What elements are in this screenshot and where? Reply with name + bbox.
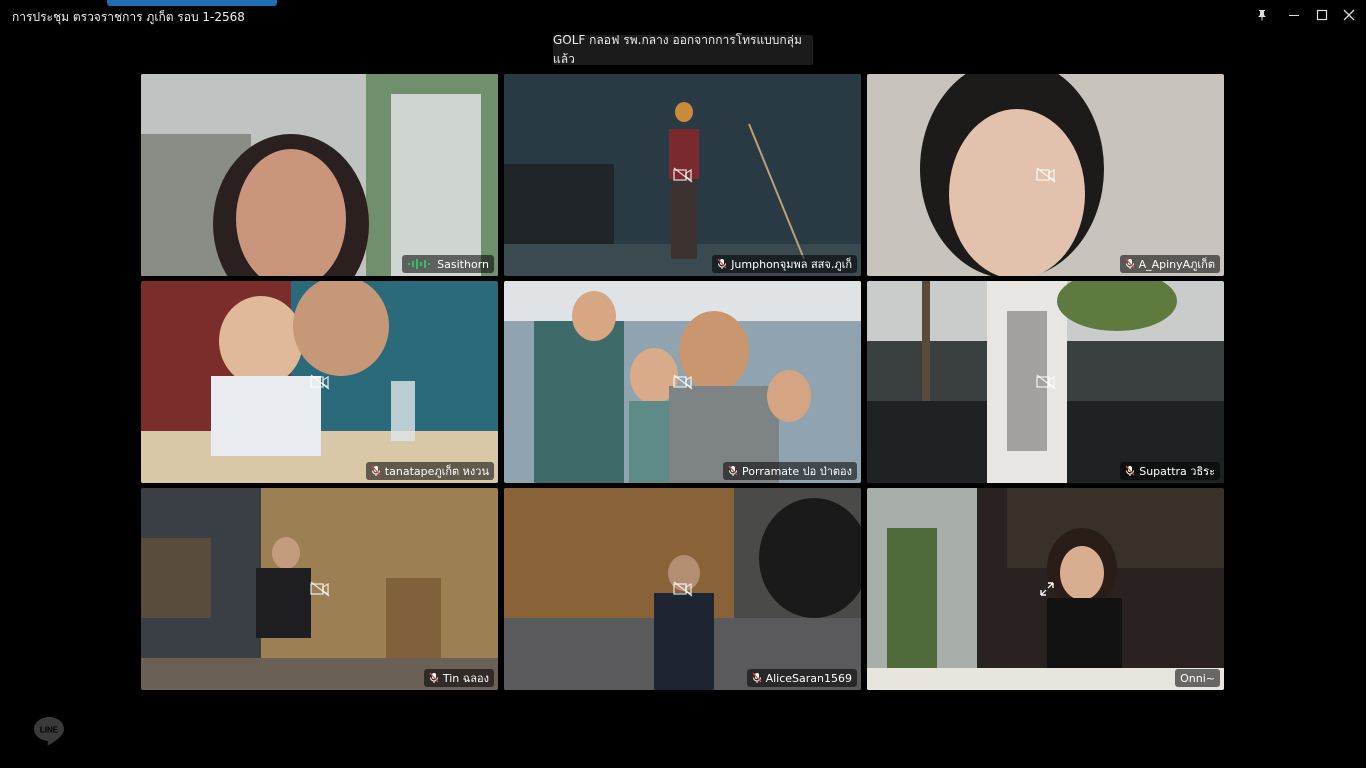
camera-off-icon [672, 581, 692, 597]
participant-name: Onni~ [1180, 671, 1215, 685]
video-tile-onni[interactable]: Onni~ [867, 488, 1224, 690]
participant-name: A_ApinyAภูเก็ต [1138, 258, 1215, 271]
mic-muted-icon [429, 672, 439, 683]
close-icon [1343, 9, 1355, 21]
participant-label: Onni~ [1175, 669, 1220, 687]
participant-name: Tin ฉลอง [442, 672, 489, 685]
active-tab-indicator [107, 0, 277, 6]
video-tile-apinya[interactable]: A_ApinyAภูเก็ต [867, 74, 1224, 276]
mic-muted-icon [1125, 465, 1135, 476]
participant-name: Supattra วธิระ [1139, 465, 1215, 478]
video-tile-tanatape[interactable]: tanatapeภูเก็ต หงวน [141, 281, 498, 483]
camera-off-icon [309, 374, 329, 390]
line-logo-text: LINE [40, 726, 59, 735]
participant-label: Tin ฉลอง [423, 669, 494, 687]
participant-label: A_ApinyAภูเก็ต [1119, 255, 1220, 273]
camera-off-icon [309, 581, 329, 597]
camera-off-icon [672, 167, 692, 183]
participant-label: tanatapeภูเก็ต หงวน [365, 462, 494, 480]
mic-muted-icon [371, 465, 381, 476]
participant-name: AliceSaran1569 [765, 671, 852, 685]
close-button[interactable] [1335, 4, 1363, 26]
participant-name: tanatapeภูเก็ต หงวน [384, 465, 489, 478]
participant-name: Porramate ปอ ป่าตอง [742, 465, 852, 478]
video-tile-sasithorn[interactable]: Sasithorn [141, 74, 498, 276]
line-logo-icon: LINE [34, 717, 64, 746]
pin-icon [1258, 10, 1266, 21]
maximize-button[interactable] [1308, 4, 1336, 26]
camera-off-icon [672, 374, 692, 390]
participant-video [141, 74, 498, 276]
participant-label: Jumphonจุมพล สสจ.ภูเก็ [712, 255, 857, 273]
video-tile-tin[interactable]: Tin ฉลอง [141, 488, 498, 690]
maximize-icon [1316, 9, 1328, 21]
participant-left-notification: GOLF กลอฟ รพ.กลาง ออกจากการโทรแบบกลุ่มแล… [553, 33, 813, 66]
video-tile-alicesaran[interactable]: AliceSaran1569 [504, 488, 861, 690]
expand-icon[interactable] [1038, 580, 1056, 598]
participant-name: Sasithorn [437, 257, 489, 271]
participant-label: AliceSaran1569 [746, 669, 857, 687]
minimize-button[interactable] [1280, 4, 1308, 26]
camera-off-icon [1035, 374, 1055, 390]
mic-muted-icon [728, 465, 738, 476]
video-tile-supattra[interactable]: Supattra วธิระ [867, 281, 1224, 483]
minimize-icon [1289, 15, 1299, 16]
participant-label: Supattra วธิระ [1120, 462, 1220, 480]
camera-off-icon [1035, 167, 1055, 183]
pin-button[interactable] [1248, 4, 1276, 26]
participant-name: Jumphonจุมพล สสจ.ภูเก็ [731, 258, 852, 271]
speaking-indicator-icon [408, 259, 431, 269]
mic-muted-icon [717, 258, 727, 269]
mic-muted-icon [752, 672, 762, 683]
participant-label: Porramate ปอ ป่าตอง [723, 462, 857, 480]
participant-label: Sasithorn [402, 255, 494, 273]
video-tile-jumphon[interactable]: Jumphonจุมพล สสจ.ภูเก็ [504, 74, 861, 276]
window-title: การประชุม ตรวจราชการ ภูเก็ต รอบ 1-2568 [12, 10, 245, 24]
video-tile-porramate[interactable]: Porramate ปอ ป่าตอง [504, 281, 861, 483]
mic-muted-icon [1125, 258, 1135, 269]
